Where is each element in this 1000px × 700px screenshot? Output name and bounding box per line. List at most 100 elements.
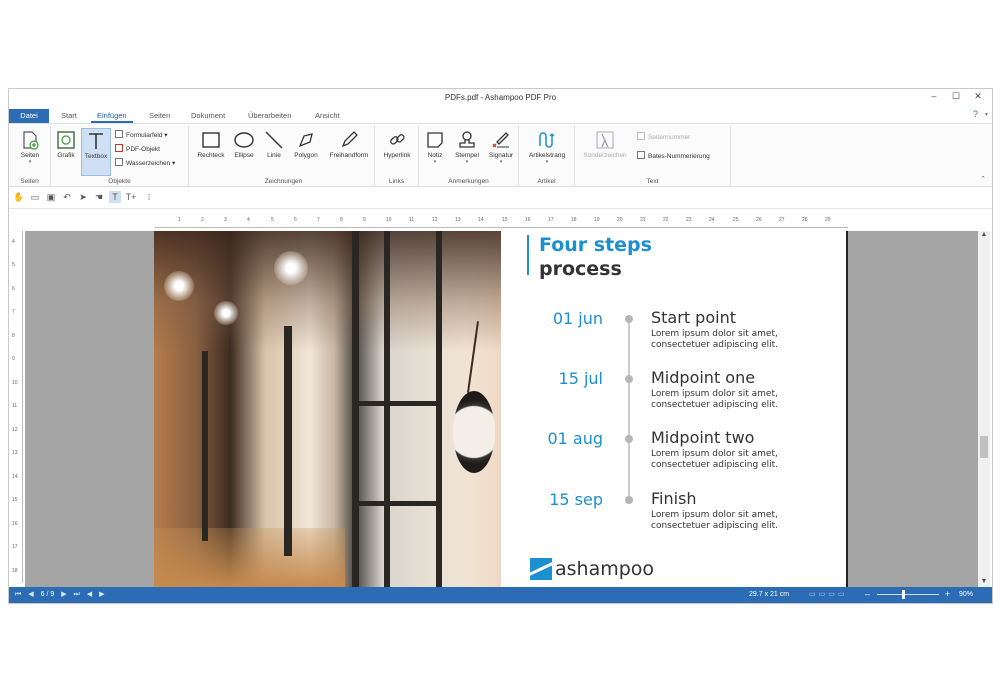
ruler-number: 16 (525, 217, 531, 223)
ruler-number: 23 (686, 217, 692, 223)
maximize-button[interactable]: ☐ (950, 91, 962, 102)
tab-dokument[interactable]: Dokument (185, 109, 231, 123)
step-description: Lorem ipsum dolor sit amet, consectetuer… (651, 449, 779, 470)
ruler-number: 13 (455, 217, 461, 223)
artikelstrang-button[interactable]: Artikelstrang ▾ (521, 128, 573, 165)
ruler-number: 17 (548, 217, 554, 223)
pan-hand-icon[interactable]: ☚ (93, 191, 105, 203)
formularfeld-button[interactable]: Formularfeld ▾ (115, 130, 168, 139)
select-arrow-icon[interactable]: ➤ (77, 191, 89, 203)
first-page-icon[interactable]: ⏮ (15, 591, 21, 598)
window-title: PDFs.pdf - Ashampoo PDF Pro (444, 93, 557, 102)
zoom-out-button[interactable]: – (865, 589, 870, 599)
scroll-up-icon[interactable]: ▲ (978, 231, 990, 241)
ruler-number: 17 (12, 544, 18, 550)
hyperlink-button[interactable]: Hyperlink (377, 128, 417, 159)
step-date: 15 jul (558, 369, 603, 388)
zoom-slider-knob[interactable] (902, 590, 905, 599)
step-title: Start point (651, 308, 736, 327)
freihandform-button[interactable]: Freihandform (325, 128, 373, 159)
pdf-icon (115, 144, 123, 152)
zoom-slider-track[interactable] (877, 594, 939, 595)
text-tool-icon[interactable]: T (109, 191, 121, 203)
next-page-icon[interactable]: ▶ (61, 591, 66, 598)
text-icon (89, 133, 103, 149)
tab-ueberarbeiten[interactable]: Überarbeiten (242, 109, 297, 123)
glass-wall-frame (352, 501, 442, 506)
ruler-number: 27 (779, 217, 785, 223)
tab-start[interactable]: Start (55, 109, 83, 123)
minimize-button[interactable]: – (928, 91, 940, 101)
door-frame (202, 351, 208, 541)
signatur-button[interactable]: Signatur ▾ (485, 128, 517, 165)
polygon-button[interactable]: Polygon (289, 128, 323, 159)
scroll-thumb[interactable] (980, 436, 988, 458)
collapse-ribbon-icon[interactable]: ⌃ (980, 175, 986, 183)
group-label: Objekte (108, 178, 131, 185)
ruler-number: 8 (340, 217, 343, 223)
page-indicator[interactable]: 6 / 9 (41, 591, 55, 598)
group-label: Artikel (537, 178, 556, 185)
bates-nummerierung-button[interactable]: Bates-Nummerierung (637, 151, 710, 160)
add-text-icon[interactable]: T+ (125, 191, 137, 203)
group-text: Sonderzeichen Seitennummer Bates-Nummeri… (575, 126, 731, 186)
help-icon[interactable]: ? (973, 109, 978, 119)
article-thread-icon (539, 132, 555, 148)
close-button[interactable]: ✕ (972, 91, 984, 102)
document-workspace[interactable]: Four steps process 01 jun Start point Lo… (25, 231, 978, 588)
back-icon[interactable]: ◀ (87, 591, 92, 598)
ruler-number: 5 (12, 262, 15, 268)
save-icon[interactable]: ▣ (45, 191, 57, 203)
step-title: Midpoint one (651, 368, 756, 387)
ruler-number: 2 (201, 217, 204, 223)
seiten-button[interactable]: Seiten ▾ (13, 128, 47, 165)
tab-ansicht[interactable]: Ansicht (309, 109, 346, 123)
vertical-scrollbar[interactable]: ▲ ▼ (978, 231, 990, 588)
timeline-step: 01 aug Midpoint two Lorem ipsum dolor si… (501, 428, 846, 479)
timeline-content: Four steps process 01 jun Start point Lo… (501, 231, 846, 588)
ruler-number: 29 (825, 217, 831, 223)
add-page-icon (23, 131, 39, 150)
group-anmerkungen: Notiz ▾ Stempel ▾ Signatur ▾ Anmerkungen (419, 126, 519, 186)
sonderzeichen-button[interactable]: Sonderzeichen (577, 128, 633, 159)
ribbon-tabs: Datei Start Einfügen Seiten Dokument Übe… (9, 107, 992, 123)
ruler-number: 10 (12, 380, 18, 386)
view-mode-icons[interactable]: ▭▭▭▭ (809, 590, 847, 598)
ruler-number: 21 (640, 217, 646, 223)
group-label: Links (388, 178, 405, 185)
rechteck-button[interactable]: Rechteck (195, 128, 227, 159)
glass-wall-frame (352, 401, 442, 406)
status-bar: ⏮ ◀ 6 / 9 ▶ ⏭ ◀ ▶ 29.7 x 21 cm ▭▭▭▭ – + … (9, 587, 992, 603)
vertical-ruler: 4 5 6 7 8 9 10 11 12 13 14 15 16 17 18 (11, 231, 23, 583)
tab-seiten[interactable]: Seiten (143, 109, 176, 123)
glass-wall-frame (352, 231, 359, 588)
hand-tool-icon[interactable]: ✋ (13, 191, 25, 203)
zoom-level[interactable]: 90% (959, 591, 973, 598)
stempel-button[interactable]: Stempel ▾ (451, 128, 483, 165)
notiz-button[interactable]: Notiz ▾ (421, 128, 449, 165)
heading-line-1: Four steps (539, 234, 652, 256)
undo-icon[interactable]: ↶ (61, 191, 73, 203)
open-icon[interactable]: ▭ (29, 191, 41, 203)
ellipse-button[interactable]: Ellipse (229, 128, 259, 159)
ruler-number: 9 (12, 356, 15, 362)
last-page-icon[interactable]: ⏭ (74, 591, 80, 598)
wasserzeichen-button[interactable]: Wasserzeichen ▾ (115, 158, 175, 167)
pdf-objekt-button[interactable]: PDF-Objekt (115, 144, 160, 153)
bates-icon (637, 151, 645, 159)
zoom-in-button[interactable]: + (945, 589, 950, 599)
tab-datei[interactable]: Datei (9, 109, 49, 123)
more-icon[interactable]: ⁝ (143, 191, 155, 203)
chevron-down-icon[interactable]: ▾ (985, 111, 988, 118)
tab-einfuegen[interactable]: Einfügen (91, 109, 133, 123)
linie-button[interactable]: Linie (261, 128, 287, 159)
timeline-step: 01 jun Start point Lorem ipsum dolor sit… (501, 308, 846, 359)
prev-page-icon[interactable]: ◀ (28, 591, 33, 598)
pencil-icon (341, 131, 358, 148)
textbox-button[interactable]: Textbox (81, 128, 111, 176)
page-dimensions: 29.7 x 21 cm (749, 591, 790, 598)
seitennummer-button[interactable]: Seitennummer (637, 132, 690, 141)
forward-icon[interactable]: ▶ (99, 591, 104, 598)
pdf-page[interactable]: Four steps process 01 jun Start point Lo… (154, 231, 848, 588)
grafik-button[interactable]: Grafik (53, 128, 79, 159)
